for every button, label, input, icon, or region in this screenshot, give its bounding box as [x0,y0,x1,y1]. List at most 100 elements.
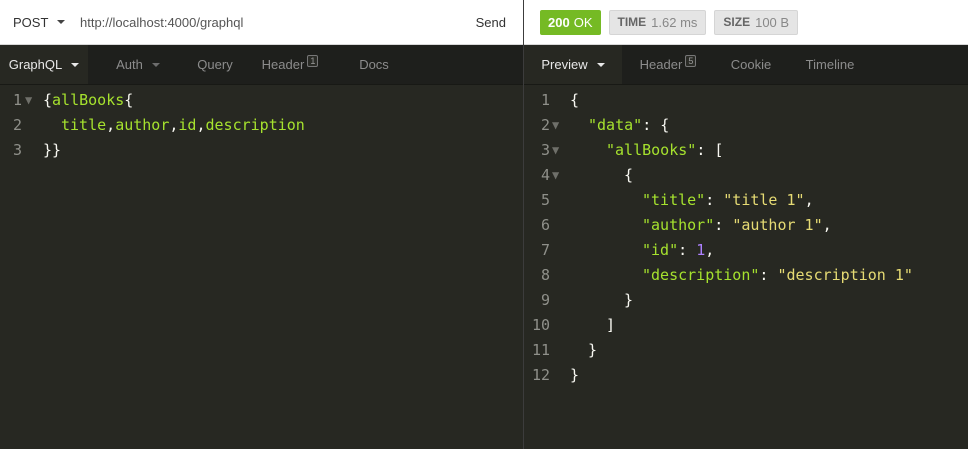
fold-arrow-icon[interactable]: ▼ [552,138,559,163]
json-string: "description 1" [777,266,913,284]
send-button[interactable]: Send [459,15,523,30]
size-badge: SIZE 100 B [714,9,799,35]
code-line: "title": "title 1", [642,188,814,213]
tab-label: GraphQL [8,57,63,72]
status-code: 200 [548,14,570,30]
line-number: 9 [540,291,550,309]
code-token: { [43,91,53,109]
json-key: "id" [642,241,679,259]
method-dropdown[interactable]: POST [0,15,80,30]
json-key: "title" [642,191,706,209]
code-token: : [714,216,733,234]
chevron-down-icon [57,20,66,24]
code-line: "data": { [588,113,669,138]
tab-label: Preview [541,57,588,72]
json-key: "author" [642,216,715,234]
code-line: }} [43,138,61,163]
tab-preview[interactable]: Preview [524,45,622,84]
tab-label: Docs [359,57,389,72]
chevron-down-icon [151,62,160,67]
code-token: : [705,191,724,209]
tab-response-header[interactable]: Header 5 [622,45,714,84]
line-number: 3 [12,141,22,159]
time-label: TIME [617,15,647,29]
line-number: 5 [540,191,550,209]
code-token: title [61,116,107,134]
line-number: 2 [540,116,550,134]
code-line: {allBooks{ [43,88,133,113]
response-viewer[interactable]: 1 2 3 4 5 6 7 8 9 10 11 12 ▼ ▼ ▼ { "data… [524,85,968,449]
code-line: } [588,341,598,359]
code-token: }} [43,141,62,159]
tab-graphql[interactable]: GraphQL [0,45,88,84]
line-number: 4 [540,166,550,184]
line-number: 8 [540,266,550,284]
code-line: { [570,91,580,109]
code-token: : [ [696,141,724,159]
code-token: , [196,116,206,134]
chevron-down-icon [71,62,80,67]
tab-query[interactable]: Query [188,45,242,84]
code-line: ] [606,316,616,334]
header-count-badge: 1 [307,54,319,67]
tab-label: Header [639,57,683,72]
code-line: title,author,id,description [61,113,305,138]
size-label: SIZE [723,15,751,29]
tab-header[interactable]: Header 1 [242,45,338,84]
fold-arrow-icon[interactable]: ▼ [552,113,559,138]
code-token: author [115,116,170,134]
code-line: { [624,166,634,184]
line-number: 3 [540,141,550,159]
code-token: , [106,116,116,134]
fold-arrow-icon[interactable]: ▼ [25,88,32,113]
json-key: "description" [642,266,760,284]
size-value: 100 B [755,14,790,30]
code-token: : [759,266,778,284]
line-number: 12 [531,366,550,384]
url-input[interactable]: http://localhost:4000/graphql [80,15,459,30]
code-token: description [205,116,305,134]
json-key: "data" [588,116,643,134]
code-token: , [705,241,715,259]
time-value: 1.62 ms [651,14,698,30]
code-token: , [804,191,814,209]
response-tabs: Preview Header 5 Cookie Timeline [524,45,968,85]
tab-label: Timeline [805,57,855,72]
line-number: 11 [531,341,550,359]
code-line: "description": "description 1" [642,263,913,288]
response-status-bar: 200 OK TIME 1.62 ms SIZE 100 B [524,0,968,45]
tab-label: Header [261,57,305,72]
tab-auth[interactable]: Auth [88,45,188,84]
code-line: "id": 1, [642,238,714,263]
code-line: "allBooks": [ [606,138,723,163]
request-tabs: GraphQL Auth Query Header 1 Docs [0,45,523,85]
status-badge: 200 OK [540,9,601,35]
code-token: : [678,241,697,259]
code-line: } [570,366,580,384]
json-string: "title 1" [723,191,805,209]
request-pane: POST http://localhost:4000/graphql Send … [0,0,523,449]
tab-docs[interactable]: Docs [338,45,410,84]
method-label: POST [13,14,49,30]
line-number: 1 [12,91,22,109]
code-token: : { [642,116,670,134]
tab-timeline[interactable]: Timeline [788,45,872,84]
json-string: "author 1" [732,216,823,234]
line-number: 2 [12,116,22,134]
tab-cookie[interactable]: Cookie [714,45,788,84]
time-badge: TIME 1.62 ms [608,9,707,35]
code-token: id [178,116,197,134]
tab-label: Cookie [730,57,772,72]
fold-arrow-icon[interactable]: ▼ [552,163,559,188]
line-number: 7 [540,241,550,259]
tab-label: Auth [116,57,143,72]
chevron-down-icon [596,62,605,67]
json-key: "allBooks" [606,141,697,159]
line-number: 1 [540,91,550,109]
query-editor[interactable]: 1 2 3 ▼ {allBooks{ title,author,id,descr… [0,85,523,449]
status-text: OK [573,14,593,30]
code-token: , [822,216,832,234]
code-token: allBooks [52,91,125,109]
response-pane: 200 OK TIME 1.62 ms SIZE 100 B Preview H… [524,0,968,449]
tab-label: Query [197,57,233,72]
